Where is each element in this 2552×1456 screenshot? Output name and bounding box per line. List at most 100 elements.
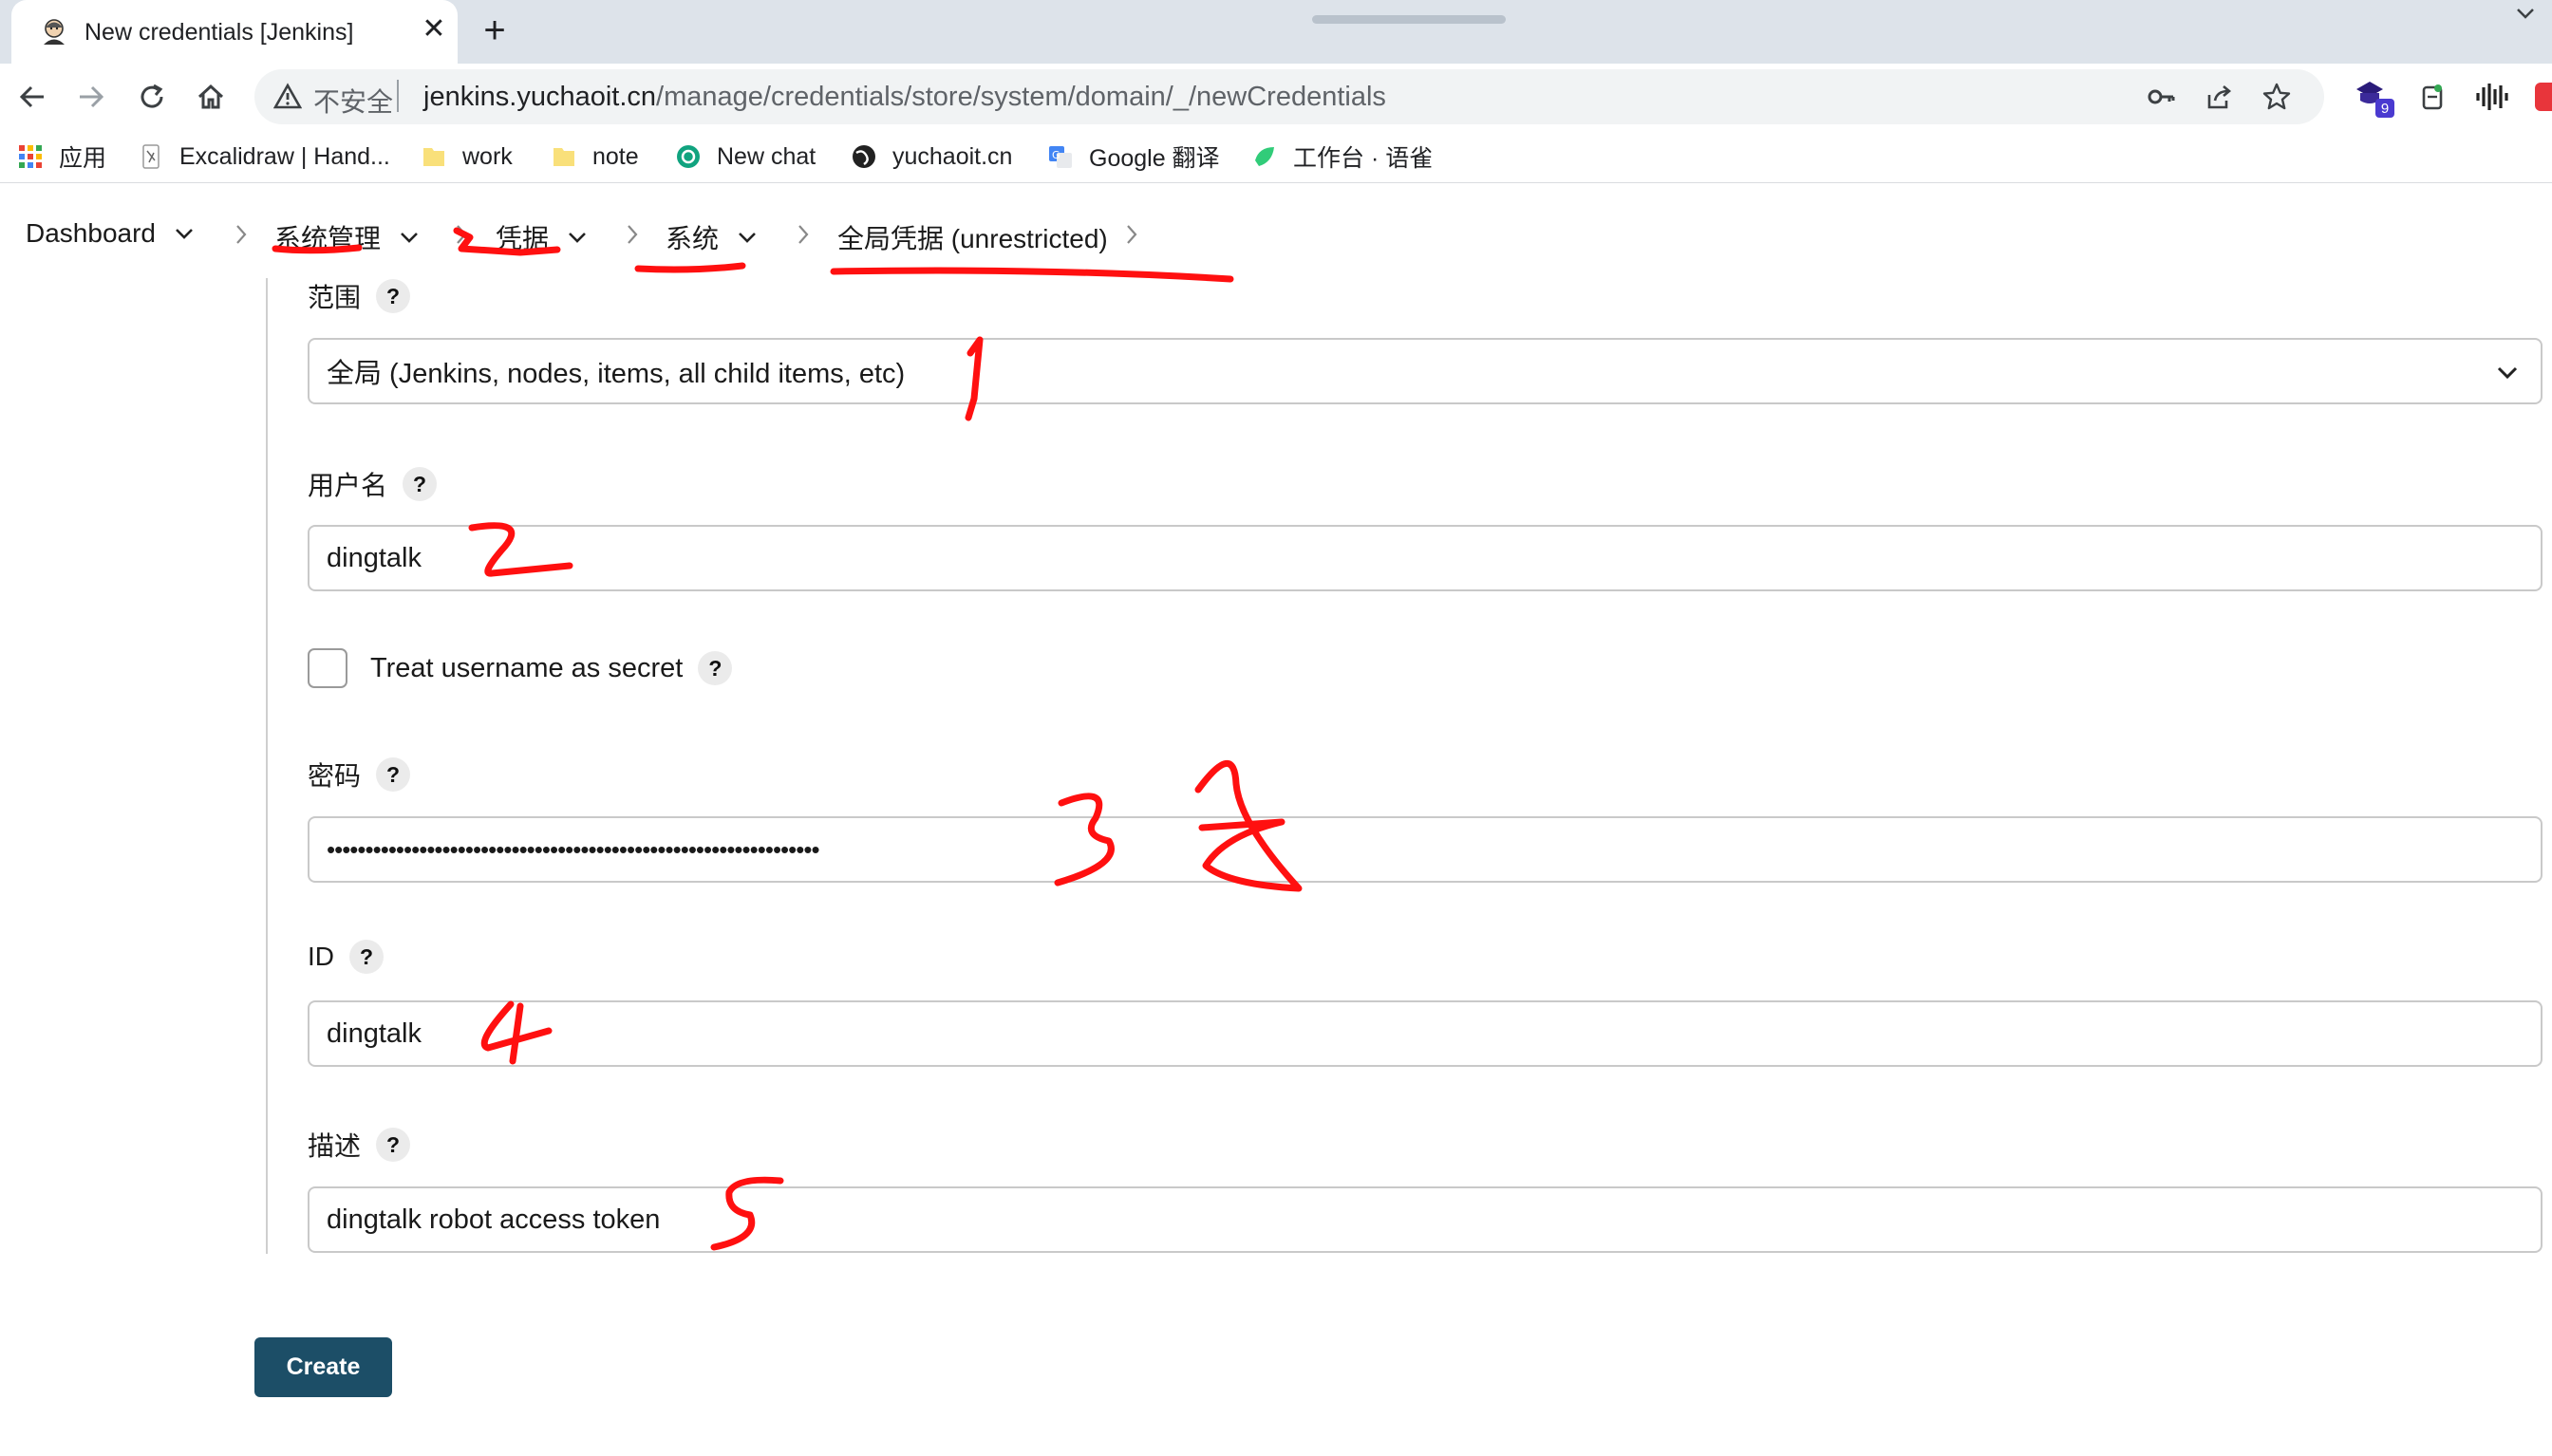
extension-audio-icon[interactable]: [2470, 76, 2512, 118]
extension-puzzle-icon[interactable]: [2411, 76, 2453, 118]
bookmark-yuque[interactable]: 工作台 · 语雀: [1251, 140, 1433, 174]
form-left-border: [266, 278, 268, 1254]
id-input[interactable]: dingtalk: [308, 1000, 2543, 1067]
forward-button[interactable]: [70, 76, 112, 118]
username-label-text: 用户名: [308, 471, 388, 500]
not-secure-label[interactable]: 不安全: [313, 82, 393, 120]
share-icon[interactable]: [2202, 80, 2236, 114]
breadcrumb-system[interactable]: 系统: [666, 218, 757, 256]
chevron-down-icon[interactable]: [738, 231, 757, 244]
browser-tab-strip: New credentials [Jenkins] ✕ +: [0, 0, 2552, 64]
breadcrumb-dashboard[interactable]: Dashboard: [26, 218, 194, 249]
extension-badge-icon[interactable]: 9: [2353, 76, 2394, 118]
scope-select-value: 全局 (Jenkins, nodes, items, all child ite…: [327, 359, 906, 389]
breadcrumb-label: 凭据: [496, 224, 550, 253]
svg-text:G: G: [1052, 149, 1060, 161]
username-input[interactable]: dingtalk: [308, 525, 2543, 591]
extension-badge-count: 9: [2375, 99, 2394, 118]
username-help-icon[interactable]: ?: [403, 467, 438, 501]
bookmark-work[interactable]: work: [421, 140, 513, 174]
bookmark-label: Excalidraw | Hand...: [179, 142, 390, 170]
id-help-icon[interactable]: ?: [349, 940, 384, 974]
breadcrumb-separator-icon: [798, 225, 809, 244]
home-button[interactable]: [190, 76, 232, 118]
bookmark-star-icon[interactable]: [2260, 80, 2294, 114]
not-secure-warning-icon[interactable]: [273, 83, 302, 111]
bookmark-label: yuchaoit.cn: [892, 142, 1013, 170]
forward-arrow-icon: [80, 85, 104, 108]
apps-grid-icon: [19, 145, 42, 168]
password-input[interactable]: ••••••••••••••••••••••••••••••••••••••••…: [308, 816, 2543, 883]
jenkins-breadcrumb: Dashboard 系统管理 凭据 系统 全局凭据 (unrestricted): [0, 183, 2552, 278]
breadcrumb-separator-icon: [457, 225, 467, 244]
new-tab-button[interactable]: +: [475, 11, 515, 51]
password-help-icon[interactable]: ?: [376, 757, 411, 792]
bookmark-label: 应用: [59, 145, 107, 172]
username-label: 用户名 ?: [308, 465, 438, 503]
window-drag-handle[interactable]: [1312, 15, 1506, 24]
bookmark-google-translate[interactable]: G Google 翻译: [1047, 140, 1220, 174]
password-masked-value: ••••••••••••••••••••••••••••••••••••••••…: [327, 834, 820, 864]
reload-button[interactable]: [131, 76, 173, 118]
scope-select[interactable]: 全局 (Jenkins, nodes, items, all child ite…: [308, 338, 2543, 404]
breadcrumb-separator-icon: [236, 225, 247, 244]
id-value: dingtalk: [327, 1017, 422, 1049]
description-label: 描述 ?: [308, 1126, 411, 1164]
id-label: ID ?: [308, 940, 384, 974]
bookmark-label: 工作台 · 语雀: [1293, 145, 1434, 172]
excalidraw-icon: [142, 144, 160, 169]
folder-icon: [554, 148, 574, 166]
scope-label: 范围 ?: [308, 277, 411, 315]
bookmark-yuchaoit[interactable]: yuchaoit.cn: [851, 140, 1012, 174]
jenkins-favicon-icon: [44, 19, 65, 45]
breadcrumb-separator-icon: [628, 225, 638, 244]
folder-icon: [423, 148, 444, 166]
globe-icon: [853, 145, 875, 168]
breadcrumb-global-credentials[interactable]: 全局凭据 (unrestricted): [837, 218, 1108, 256]
password-key-icon[interactable]: [2144, 80, 2178, 114]
description-help-icon[interactable]: ?: [376, 1128, 411, 1162]
bookmark-label: work: [462, 142, 513, 170]
password-label: 密码 ?: [308, 756, 411, 793]
chatgpt-icon: [677, 145, 700, 168]
create-button[interactable]: Create: [254, 1337, 392, 1397]
id-label-text: ID: [308, 942, 334, 971]
bookmark-label: note: [592, 142, 639, 170]
treat-username-secret-label[interactable]: Treat username as secret: [370, 653, 683, 684]
omnibox-separator: [397, 80, 399, 112]
bookmark-label: Google 翻译: [1089, 145, 1220, 172]
google-translate-icon: G: [1049, 146, 1072, 168]
chevron-down-icon[interactable]: [568, 231, 587, 244]
description-value: dingtalk robot access token: [327, 1204, 661, 1235]
tab-search-chevron-icon[interactable]: [2514, 4, 2537, 23]
bookmark-apps[interactable]: 应用: [17, 140, 106, 174]
description-label-text: 描述: [308, 1131, 362, 1161]
back-button[interactable]: [11, 76, 53, 118]
breadcrumb-manage[interactable]: 系统管理: [274, 218, 419, 256]
bookmarks-bar: 应用 Excalidraw | Hand... work note New ch…: [0, 130, 2552, 183]
tab-title: New credentials [Jenkins]: [84, 19, 354, 46]
breadcrumb-separator-icon: [1127, 225, 1137, 244]
url-text[interactable]: jenkins.yuchaoit.cn/manage/credentials/s…: [423, 82, 1386, 113]
bookmark-label: New chat: [717, 142, 816, 170]
yuque-icon: [1255, 147, 1274, 166]
bookmark-note[interactable]: note: [551, 140, 639, 174]
treat-username-secret-checkbox[interactable]: [308, 648, 347, 688]
browser-tab[interactable]: New credentials [Jenkins] ✕: [11, 0, 458, 64]
bookmark-new-chat[interactable]: New chat: [675, 140, 816, 174]
scope-help-icon[interactable]: ?: [376, 279, 411, 313]
description-input[interactable]: dingtalk robot access token: [308, 1186, 2543, 1253]
address-bar[interactable]: 不安全 jenkins.yuchaoit.cn/manage/credentia…: [254, 69, 2324, 124]
close-tab-icon[interactable]: ✕: [418, 13, 450, 46]
treat-username-secret-row: Treat username as secret ?: [308, 648, 733, 688]
chevron-down-icon[interactable]: [400, 231, 419, 244]
breadcrumb-label: Dashboard: [26, 218, 156, 248]
breadcrumb-label: 全局凭据 (unrestricted): [837, 224, 1108, 253]
browser-toolbar: 不安全 jenkins.yuchaoit.cn/manage/credentia…: [0, 64, 2552, 130]
breadcrumb-label: 系统: [666, 224, 720, 253]
chevron-down-icon[interactable]: [175, 227, 194, 240]
treat-secret-help-icon[interactable]: ?: [698, 651, 733, 685]
breadcrumb-credentials[interactable]: 凭据: [496, 218, 587, 256]
extension-red-icon[interactable]: [2535, 83, 2552, 111]
bookmark-excalidraw[interactable]: Excalidraw | Hand...: [138, 140, 390, 174]
